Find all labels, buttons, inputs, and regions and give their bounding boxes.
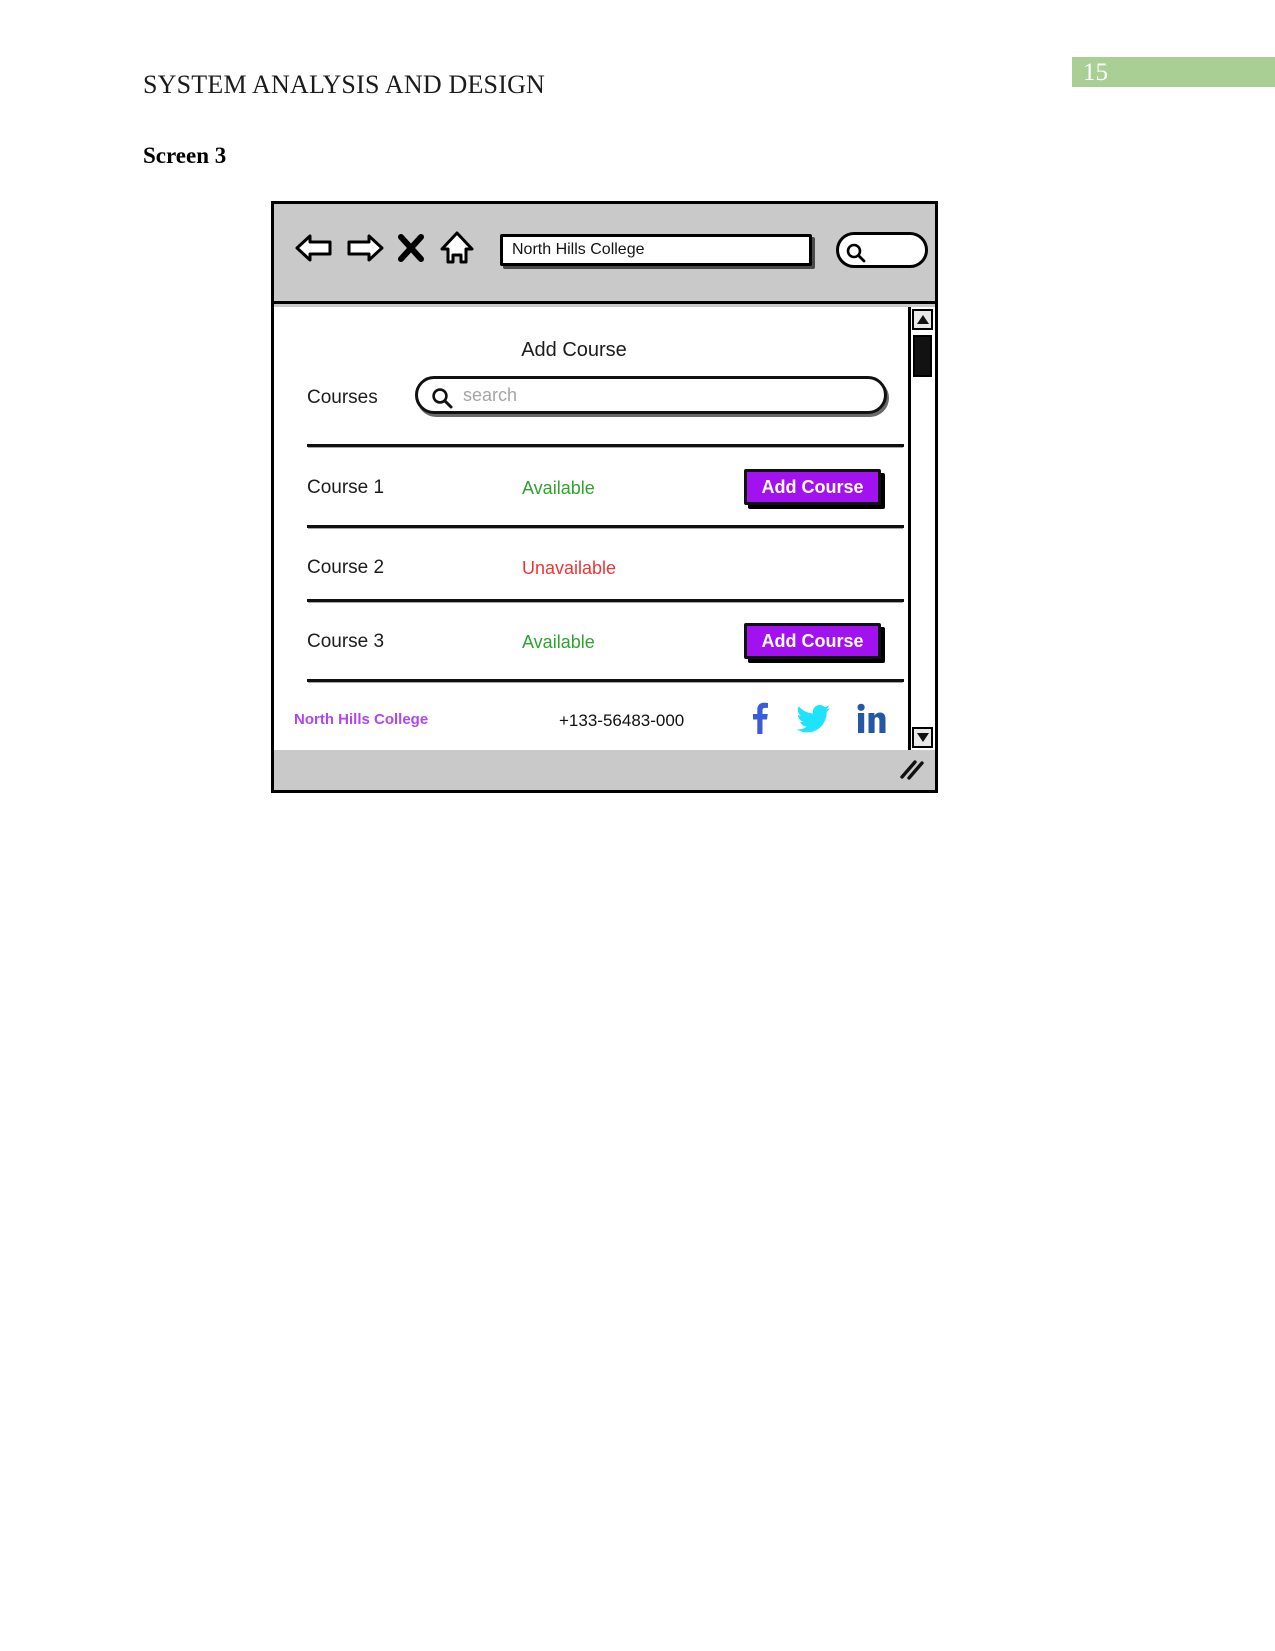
add-course-button[interactable]: Add Course	[744, 623, 881, 659]
home-icon[interactable]	[437, 228, 477, 268]
list-divider-bottom	[307, 679, 904, 682]
course-search-input[interactable]: search	[415, 376, 887, 414]
twitter-icon[interactable]	[797, 703, 831, 733]
browser-window-mockup: North Hills College Add Course Courses s…	[271, 201, 938, 793]
course-status: Available	[522, 478, 595, 498]
document-header-title: SYSTEM ANALYSIS AND DESIGN	[143, 70, 546, 99]
course-name: Course 1	[307, 477, 385, 498]
browser-nav-icons	[294, 228, 477, 268]
browser-toolbar: North Hills College	[274, 204, 935, 304]
table-row: Course 2 Unavailable	[274, 537, 908, 607]
resize-grip-icon[interactable]	[899, 759, 925, 781]
url-bar[interactable]: North Hills College	[500, 234, 812, 266]
page-number-text: 15	[1083, 59, 1108, 86]
stop-x-icon[interactable]	[396, 229, 426, 267]
search-icon	[430, 386, 454, 415]
linkedin-icon[interactable]	[856, 702, 886, 734]
footer-phone: +133-56483-000	[559, 711, 685, 730]
row-divider	[307, 525, 904, 528]
list-divider-top	[307, 444, 904, 447]
page-title: Add Course	[521, 339, 627, 361]
url-text: North Hills College	[512, 241, 645, 258]
course-status: Unavailable	[522, 558, 617, 578]
site-footer: North Hills College +133-56483-000	[274, 695, 908, 750]
add-course-button[interactable]: Add Course	[744, 469, 881, 505]
courses-label: Courses	[307, 387, 378, 408]
scroll-up-arrow-icon[interactable]	[912, 309, 933, 330]
course-name: Course 2	[307, 557, 385, 578]
scrollbar-thumb[interactable]	[913, 335, 932, 377]
course-search-placeholder: search	[463, 385, 518, 405]
course-status: Available	[522, 632, 595, 652]
page-number-badge: 15	[1072, 57, 1275, 87]
document-page: SYSTEM ANALYSIS AND DESIGN 15 Screen 3 N…	[0, 0, 1275, 1651]
social-links	[744, 701, 886, 735]
course-name: Course 3	[307, 631, 385, 652]
browser-viewport: Add Course Courses search Course 1 Avail…	[274, 307, 935, 750]
screen-label: Screen 3	[143, 143, 227, 168]
footer-brand-link[interactable]: North Hills College	[294, 711, 428, 728]
forward-arrow-icon[interactable]	[345, 228, 385, 268]
row-divider	[307, 599, 904, 602]
page-content: Add Course Courses search Course 1 Avail…	[274, 307, 908, 750]
vertical-scrollbar[interactable]	[908, 307, 935, 750]
back-arrow-icon[interactable]	[294, 228, 334, 268]
scroll-down-arrow-icon[interactable]	[912, 727, 933, 748]
table-row: Course 1 Available Add Course	[274, 457, 908, 527]
facebook-icon[interactable]	[744, 701, 772, 735]
search-icon	[845, 242, 867, 269]
table-row: Course 3 Available Add Course	[274, 611, 908, 681]
browser-search-box[interactable]	[836, 232, 928, 268]
browser-status-bar	[274, 750, 935, 790]
